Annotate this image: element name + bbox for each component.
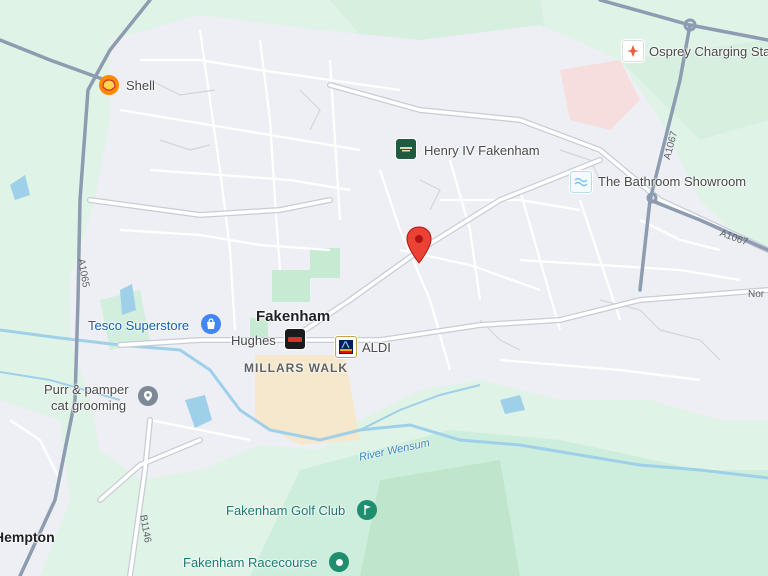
place-icon[interactable] <box>329 552 349 572</box>
poi-label-golf[interactable]: Fakenham Golf Club <box>226 503 345 518</box>
poi-label-aldi[interactable]: ALDI <box>362 340 391 355</box>
pub-icon[interactable] <box>396 139 416 159</box>
park <box>272 270 310 302</box>
red-location-pin-icon[interactable] <box>406 226 432 264</box>
poi-label-tesco[interactable]: Tesco Superstore <box>88 318 189 333</box>
poi-label-purr-line1[interactable]: Purr & pamper <box>44 382 129 397</box>
poi-label-racecourse[interactable]: Fakenham Racecourse <box>183 555 317 570</box>
pin-icon[interactable] <box>138 386 158 406</box>
map-view[interactable]: A1065 A1067 A1067 B1146 Nor River Wensum… <box>0 0 768 576</box>
town-label-fakenham[interactable]: Fakenham <box>256 308 330 325</box>
town-label-hempton[interactable]: Hempton <box>0 529 55 545</box>
golf-icon[interactable] <box>357 500 377 520</box>
poi-label-bathroom[interactable]: The Bathroom Showroom <box>598 174 746 189</box>
poi-label-hughes[interactable]: Hughes <box>231 333 276 348</box>
area-label-millars-walk[interactable]: MILLARS WALK <box>244 361 348 375</box>
poi-label-henry[interactable]: Henry IV Fakenham <box>424 143 540 158</box>
aldi-logo-icon[interactable] <box>335 336 357 358</box>
store-icon[interactable] <box>570 171 592 193</box>
shell-fuel-icon[interactable] <box>99 75 119 95</box>
ev-charging-icon[interactable] <box>622 40 644 62</box>
shopping-bag-icon[interactable] <box>201 314 221 334</box>
poi-label-shell[interactable]: Shell <box>126 78 155 93</box>
road-label-east: Nor <box>748 289 765 300</box>
hughes-store-icon[interactable] <box>285 329 305 349</box>
park <box>310 248 340 278</box>
poi-label-purr-line2[interactable]: cat grooming <box>51 398 126 413</box>
poi-label-osprey[interactable]: Osprey Charging Sta <box>649 44 768 59</box>
